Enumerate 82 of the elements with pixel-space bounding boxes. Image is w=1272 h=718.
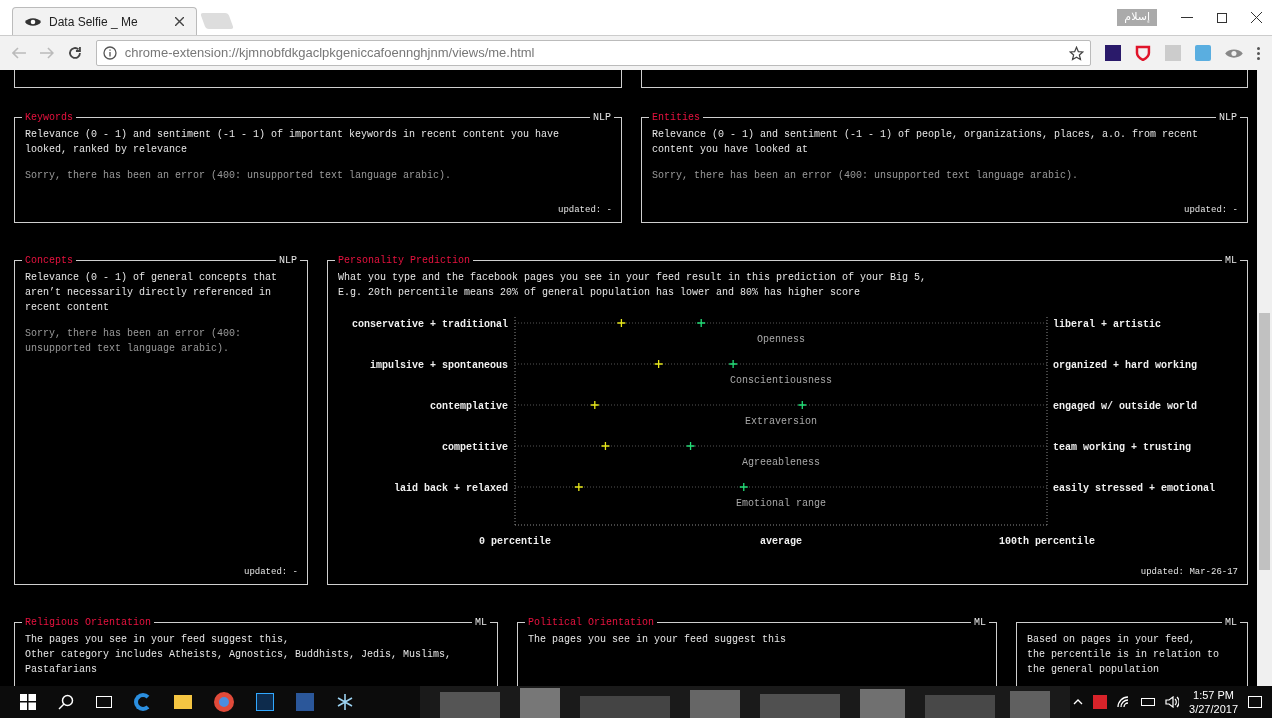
menu-icon[interactable]	[1257, 46, 1260, 60]
app-icon[interactable]	[256, 693, 274, 711]
error-message: unsupported text language arabic).	[25, 342, 230, 356]
info-icon	[102, 46, 117, 60]
description-line: the general population	[1027, 663, 1160, 677]
panel-title: Keywords	[22, 110, 76, 125]
speaker-icon[interactable]	[1165, 696, 1180, 708]
shield-icon[interactable]	[1135, 45, 1152, 61]
low-pole-label: conservative + traditional	[351, 319, 508, 330]
updated-label: updated: Mar-26-17	[1140, 566, 1238, 579]
reload-icon[interactable]	[67, 46, 82, 60]
description-line: the percentile is in relation to	[1027, 648, 1220, 662]
updated-label: updated: -	[1184, 204, 1238, 217]
high-pole-label: team working + trusting	[1053, 442, 1192, 453]
battery-icon[interactable]	[1141, 698, 1156, 706]
star-icon[interactable]	[1069, 45, 1085, 61]
eye-icon	[25, 16, 41, 27]
windows-icon[interactable]	[20, 694, 36, 710]
axis-tick-label: 100th percentile	[999, 536, 1095, 547]
data-point	[590, 400, 600, 410]
error-message: Sorry, there has been an error (400: unsupported text language arabic).	[25, 169, 452, 183]
extension-icon[interactable]	[1105, 45, 1122, 61]
data-point	[739, 482, 749, 492]
data-point	[728, 359, 738, 369]
description-line: Relevance (0 - 1) and sentiment (-1 - 1) of people, organizations, places, a.o. from recent	[652, 128, 1199, 142]
panel-title: Religious Orientation	[22, 615, 155, 630]
close-icon[interactable]	[1251, 12, 1262, 23]
description-line: recent content	[25, 301, 109, 315]
clock[interactable]: 1:57 PM 3/27/2017	[1189, 688, 1238, 716]
scrollbar[interactable]	[1257, 70, 1272, 686]
data-point	[574, 482, 584, 492]
description-line: Pastafarians	[25, 663, 97, 677]
description-line: E.g. 20th percentile means 20% of general population has lower and 80% has higher score	[338, 286, 861, 300]
description-line: The pages you see in your feed suggest this	[528, 633, 787, 647]
axis-tick-label: average	[760, 536, 802, 547]
description-line: aren’t necessarily directly referenced in	[25, 286, 272, 300]
description-line: looked, ranked by relevance	[25, 143, 188, 157]
panel-title: Personality Prediction	[335, 253, 474, 268]
updated-label: updated: -	[558, 204, 612, 217]
chevron-icon[interactable]	[1073, 699, 1084, 705]
trait-label: Conscientiousness	[730, 375, 832, 386]
data-point	[797, 400, 807, 410]
low-pole-label: impulsive + spontaneous	[369, 360, 508, 371]
data-point	[616, 318, 627, 328]
trait-label: Agreeableness	[742, 457, 820, 468]
browser-icon[interactable]	[214, 692, 234, 712]
description-line: The pages you see in your feed suggest this,	[25, 633, 290, 647]
data-point	[654, 359, 664, 369]
data-point	[685, 441, 696, 451]
description-line: Based on pages in your feed,	[1027, 633, 1196, 647]
high-pole-label: liberal + artistic	[1053, 319, 1162, 330]
error-message: Sorry, there has been an error (400: unsupported text language arabic).	[652, 169, 1079, 183]
task-view-icon[interactable]	[96, 696, 112, 708]
eye-icon[interactable]	[1225, 47, 1243, 59]
low-pole-label: contemplative	[430, 401, 508, 412]
error-message: Sorry, there has been an error (400:	[25, 327, 242, 341]
description-line: Other category includes Atheists, Agnostics, Buddhists, Jedis, Muslims,	[25, 648, 452, 662]
low-pole-label: competitive	[442, 442, 508, 453]
description-line: What you type and the facebook pages you see in your feed result in this prediction of your Big 5,	[338, 271, 927, 285]
panel-title: Concepts	[22, 253, 76, 268]
high-pole-label: organized + hard working	[1053, 360, 1198, 371]
axis-tick-label: 0 percentile	[479, 536, 551, 547]
close-icon[interactable]	[175, 17, 184, 26]
low-pole-label: laid back + relaxed	[393, 483, 508, 494]
notification-icon[interactable]	[1248, 696, 1262, 708]
address-bar[interactable]: chrome-extension://kjmnobfdkgaclpkgeniccafoennghjnm/views/me.html	[95, 40, 1092, 66]
data-point	[600, 441, 611, 451]
description-line: content you have looked at	[652, 143, 809, 157]
snowflake-icon[interactable]	[336, 693, 354, 711]
data-point	[696, 318, 706, 328]
description-line: Relevance (0 - 1) and sentiment (-1 - 1) of important keywords in recent content you have	[25, 128, 560, 142]
browser-tab[interactable]: Data Selfie _ Me	[12, 7, 197, 35]
search-icon[interactable]	[58, 694, 74, 710]
updated-label: updated: -	[244, 566, 298, 579]
app-icon[interactable]	[1093, 695, 1108, 709]
trait-label: Emotional range	[736, 498, 826, 509]
high-pole-label: easily stressed + emotional	[1053, 483, 1216, 494]
description-line: Relevance (0 - 1) of general concepts that	[25, 271, 278, 285]
trait-label: Openness	[757, 334, 805, 345]
trait-label: Extraversion	[745, 416, 817, 427]
high-pole-label: engaged w/ outside world	[1053, 401, 1198, 412]
restore-icon[interactable]	[1217, 12, 1227, 23]
